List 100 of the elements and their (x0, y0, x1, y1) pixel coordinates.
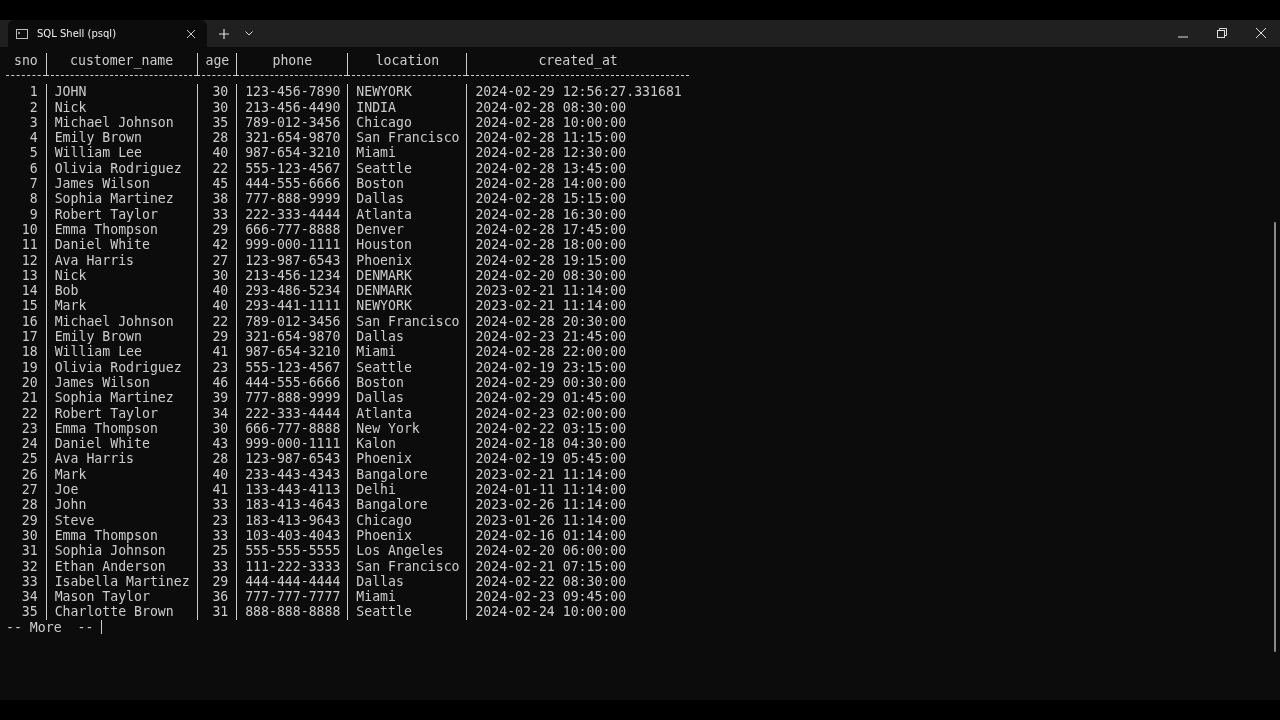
table-cell: San Francisco (347, 558, 467, 574)
table-cell: Dallas (347, 573, 467, 590)
table-cell: NEWYORK (347, 298, 467, 314)
table-cell: 888-888-8888 (236, 604, 348, 620)
table-cell: 2024-02-28 15:15:00 (466, 191, 689, 207)
table-cell-text: 19 (20, 359, 39, 375)
table-cell: 103-403-4043 (236, 527, 348, 544)
column-header: sno (6, 53, 46, 77)
close-icon[interactable] (187, 29, 195, 38)
column-header: age (196, 53, 237, 77)
table-cell-text: 14 (20, 283, 39, 299)
table-cell: Daniel White (45, 237, 197, 253)
table-cell: Daniel White (45, 436, 197, 452)
table-cell: 2024-02-28 18:00:00 (466, 237, 689, 253)
table-cell: Atlanta (347, 405, 467, 421)
table-cell: 293-441-1111 (236, 298, 348, 314)
terminal-tab[interactable]: SQL Shell (psql) (8, 20, 207, 47)
table-cell: 30 (196, 420, 237, 437)
table-cell: 31 (196, 604, 237, 620)
table-cell-text: 20 (20, 374, 39, 391)
table-cell: 2023-01-26 11:14:00 (466, 512, 689, 528)
table-cell-text: 25 (20, 451, 39, 467)
table-cell: 2024-02-28 12:30:00 (466, 145, 689, 161)
table-cell: 2024-02-20 08:30:00 (466, 267, 689, 284)
table-cell: Sophia Johnson (45, 543, 197, 559)
table-cell: 42 (196, 237, 237, 253)
table-cell: Phoenix (347, 451, 467, 467)
table-cell: Ethan Anderson (45, 558, 197, 574)
table-cell: 444-555-6666 (236, 176, 348, 192)
table-cell: 30 (196, 99, 237, 115)
table-cell: 30 (196, 84, 237, 100)
table-cell: 2024-02-21 07:15:00 (466, 558, 689, 574)
table-cell: 29 (196, 221, 237, 238)
table-cell-text: 12 (20, 252, 39, 268)
table-cell: 123-987-6543 (236, 252, 348, 268)
table-cell: 2024-02-18 04:30:00 (466, 436, 689, 452)
table-cell-text: 33 (20, 573, 39, 590)
table-cell-text: 8 (28, 191, 39, 207)
table-cell: Steve (45, 512, 197, 528)
table-cell: INDIA (347, 99, 467, 115)
table-cell: 2024-02-29 00:30:00 (466, 374, 689, 391)
table-cell-text: 11 (20, 237, 39, 253)
table-cell: 2024-01-11 11:14:00 (466, 482, 689, 498)
table-cell: 789-012-3456 (236, 313, 348, 330)
table-cell: Boston (347, 176, 467, 192)
table-cell-text: 21 (20, 390, 39, 406)
table-cell: 2024-02-28 17:45:00 (466, 221, 689, 238)
tab-title: SQL Shell (psql) (37, 28, 118, 39)
table-cell: 2024-02-23 02:00:00 (466, 405, 689, 421)
table-cell: 23 (196, 359, 237, 375)
table-cell: 33 (196, 527, 237, 544)
table-cell: 46 (196, 374, 237, 391)
table-cell: 555-555-5555 (236, 543, 348, 559)
table-cell: Bob (45, 283, 197, 299)
table-cell-text: 15 (20, 298, 39, 314)
table-cell: 2024-02-23 09:45:00 (466, 589, 689, 605)
table-cell: 33 (196, 206, 237, 222)
table-cell: 29 (196, 573, 237, 590)
table-cell: Dallas (347, 390, 467, 406)
table-cell: 2024-02-24 10:00:00 (466, 604, 689, 620)
table-cell: 35 (196, 114, 237, 131)
table-cell: 777-888-9999 (236, 191, 348, 207)
table-cell: 987-654-3210 (236, 145, 348, 161)
table-cell: 2024-02-29 12:56:27.331681 (466, 84, 689, 100)
table-cell: Miami (347, 344, 467, 360)
table-cell-text: 9 (28, 206, 39, 222)
table-cell: 2024-02-29 01:45:00 (466, 390, 689, 406)
table-cell: 22 (196, 160, 237, 177)
table-cell: John (45, 497, 197, 513)
dropdown-caret-icon[interactable] (245, 31, 253, 36)
restore-icon[interactable] (1217, 28, 1227, 38)
table-cell-text: 4 (28, 130, 39, 146)
table-cell: Mark (45, 466, 197, 482)
table-cell: Michael Johnson (45, 114, 197, 131)
table-cell: 293-486-5234 (236, 283, 348, 299)
table-cell: DENMARK (347, 283, 467, 299)
close-window-icon[interactable] (1256, 28, 1266, 38)
table-cell: 2023-02-21 11:14:00 (466, 283, 689, 299)
table-cell: 999-000-1111 (236, 436, 348, 452)
table-cell: Robert Taylor (45, 206, 197, 222)
table-cell: Olivia Rodriguez (45, 359, 197, 375)
table-cell: 666-777-8888 (236, 221, 348, 238)
new-tab-icon[interactable] (219, 29, 229, 39)
table-cell: Olivia Rodriguez (45, 160, 197, 177)
text-cursor (101, 620, 103, 635)
table-cell: 2024-02-20 06:00:00 (466, 543, 689, 559)
table-cell: 2023-02-26 11:14:00 (466, 497, 689, 513)
table-cell: 777-777-7777 (236, 589, 348, 605)
table-cell: Los Angeles (347, 543, 467, 559)
scrollbar[interactable] (1274, 222, 1276, 652)
table-cell: 2024-02-22 08:30:00 (466, 573, 689, 590)
table-cell: Miami (347, 589, 467, 605)
table-cell: 2024-02-28 22:00:00 (466, 344, 689, 360)
table-cell: 38 (196, 191, 237, 207)
terminal-icon (16, 28, 28, 39)
table-cell: Dallas (347, 191, 467, 207)
table-cell: Denver (347, 221, 467, 238)
table-cell: 444-444-4444 (236, 573, 348, 590)
table-cell: 2024-02-19 05:45:00 (466, 451, 689, 467)
table-cell: 40 (196, 298, 237, 314)
